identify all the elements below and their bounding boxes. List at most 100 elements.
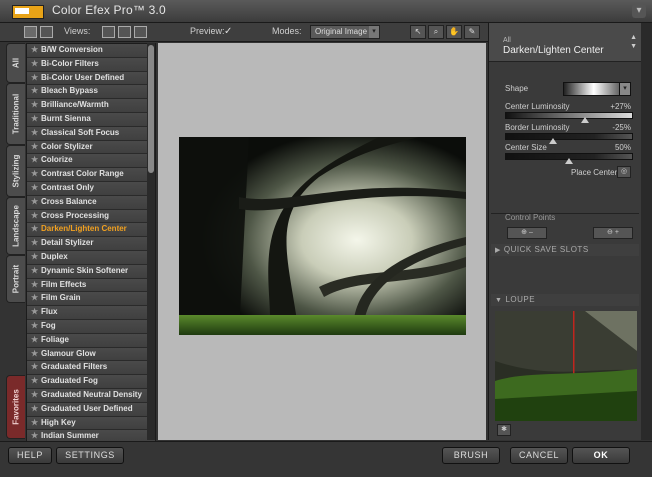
control-points-label: Control Points <box>505 213 556 222</box>
slider-knob[interactable] <box>565 158 573 164</box>
favorite-star-icon[interactable]: ★ <box>31 182 38 195</box>
pointer-tool-icon[interactable]: ↖ <box>410 25 426 39</box>
filter-list-item[interactable]: ★ Classical Soft Focus <box>27 126 155 141</box>
favorite-star-icon[interactable]: ★ <box>31 44 38 57</box>
help-button[interactable]: HELP <box>8 447 52 464</box>
favorite-star-icon[interactable]: ★ <box>31 320 38 333</box>
favorite-star-icon[interactable]: ★ <box>31 99 38 112</box>
favorite-star-icon[interactable]: ★ <box>31 210 38 223</box>
split-view-icon[interactable] <box>40 26 53 38</box>
tab-portrait[interactable]: Portrait <box>6 255 25 303</box>
filter-list-scrollbar[interactable] <box>147 43 155 440</box>
filter-list-item[interactable]: ★ High Key <box>27 416 155 431</box>
favorite-star-icon[interactable]: ★ <box>31 196 38 209</box>
hand-tool-icon[interactable]: ✋ <box>446 25 462 39</box>
filter-list-item-label: Burnt Sienna <box>41 113 91 123</box>
favorite-star-icon[interactable]: ★ <box>31 141 38 154</box>
slider-knob[interactable] <box>581 117 590 123</box>
favorite-star-icon[interactable]: ★ <box>31 334 38 347</box>
favorite-star-icon[interactable]: ★ <box>31 168 38 181</box>
filter-list-item[interactable]: ★ Duplex <box>27 250 155 265</box>
filter-list-item[interactable]: ★ Color Stylizer <box>27 140 155 155</box>
slider-knob[interactable] <box>549 138 558 144</box>
filter-list-item[interactable]: ★ Graduated Neutral Density <box>27 388 155 403</box>
filter-cycle-icon[interactable]: ▲ ▼ <box>630 33 637 51</box>
filter-settings-panel: All Darken/Lighten Center ▲ ▼ Shape ▾ Cen… <box>488 23 641 440</box>
favorite-star-icon[interactable]: ★ <box>31 348 38 361</box>
tab-landscape[interactable]: Landscape <box>6 197 25 255</box>
favorite-star-icon[interactable]: ★ <box>31 154 38 167</box>
filter-list-item[interactable]: ★ Colorize <box>27 154 155 169</box>
view-single-button[interactable] <box>102 26 115 38</box>
filter-list-item[interactable]: ★ B/W Conversion <box>27 44 155 58</box>
filter-list-item[interactable]: ★ Graduated User Defined <box>27 402 155 417</box>
window-menu-icon[interactable]: ▾ <box>632 4 646 18</box>
filter-list-item[interactable]: ★ Cross Processing <box>27 209 155 224</box>
filter-list-item[interactable]: ★ Detail Stylizer <box>27 237 155 251</box>
loupe-pin-icon[interactable]: ✱ <box>497 424 511 436</box>
favorite-star-icon[interactable]: ★ <box>31 389 38 402</box>
filter-list-item[interactable]: ★ Bi-Color User Defined <box>27 71 155 86</box>
remove-control-point-button[interactable]: ⊖ + <box>593 227 633 239</box>
favorite-star-icon[interactable]: ★ <box>31 72 38 85</box>
favorite-star-icon[interactable]: ★ <box>31 58 38 71</box>
center-luminosity-slider[interactable] <box>505 112 633 123</box>
view-side-by-side-button[interactable] <box>134 26 147 38</box>
filter-list-item[interactable]: ★ Contrast Only <box>27 181 155 196</box>
brush-button[interactable]: BRUSH <box>442 447 500 464</box>
settings-button[interactable]: SETTINGS <box>56 447 124 464</box>
loupe-section[interactable]: ▼ LOUPE <box>491 294 639 306</box>
filter-list-item[interactable]: ★ Glamour Glow <box>27 347 155 362</box>
single-view-icon[interactable] <box>24 26 37 38</box>
filter-list-item[interactable]: ★ Burnt Sienna <box>27 112 155 127</box>
favorite-star-icon[interactable]: ★ <box>31 279 38 292</box>
favorite-star-icon[interactable]: ★ <box>31 403 38 416</box>
favorite-star-icon[interactable]: ★ <box>31 292 38 305</box>
tab-all[interactable]: All <box>6 43 25 83</box>
filter-list-item[interactable]: ★ Bi-Color Filters <box>27 57 155 72</box>
favorite-star-icon[interactable]: ★ <box>31 375 38 388</box>
panel-scrollbar[interactable] <box>641 23 652 440</box>
favorite-star-icon[interactable]: ★ <box>31 306 38 319</box>
tab-favorites[interactable]: Favorites <box>6 375 25 439</box>
favorite-star-icon[interactable]: ★ <box>31 223 38 236</box>
color-picker-icon[interactable]: ✎ <box>464 25 480 39</box>
preview-checkbox[interactable]: ✓ <box>224 26 232 37</box>
preview-canvas[interactable] <box>158 43 486 440</box>
filter-list-item[interactable]: ★ Flux <box>27 306 155 320</box>
favorite-star-icon[interactable]: ★ <box>31 127 38 140</box>
filter-list-item[interactable]: ★ Cross Balance <box>27 195 155 210</box>
filter-list-item[interactable]: ★ Contrast Color Range <box>27 168 155 182</box>
favorite-star-icon[interactable]: ★ <box>31 265 38 278</box>
scrollbar-thumb[interactable] <box>148 45 154 173</box>
modes-select[interactable]: Original Image ▾ <box>310 25 380 39</box>
tab-stylizing[interactable]: Stylizing <box>6 145 25 197</box>
favorite-star-icon[interactable]: ★ <box>31 251 38 264</box>
favorite-star-icon[interactable]: ★ <box>31 361 38 374</box>
place-center-button[interactable]: ◎ <box>617 166 631 178</box>
zoom-tool-icon[interactable]: ⌕ <box>428 25 444 39</box>
filter-list-item[interactable]: ★ Film Effects <box>27 278 155 293</box>
border-luminosity-slider[interactable] <box>505 133 633 144</box>
filter-list-item[interactable]: ★ Bleach Bypass <box>27 85 155 100</box>
add-control-point-button[interactable]: ⊕ – <box>507 227 547 239</box>
view-split-button[interactable] <box>118 26 131 38</box>
filter-list-item[interactable]: ★ Film Grain <box>27 292 155 307</box>
filter-list-item[interactable]: ★ Graduated Filters <box>27 361 155 376</box>
favorite-star-icon[interactable]: ★ <box>31 237 38 250</box>
quick-save-slots-section[interactable]: ▶ QUICK SAVE SLOTS <box>491 244 639 256</box>
filter-list-item[interactable]: ★ Graduated Fog <box>27 375 155 389</box>
filter-list-item[interactable]: ★ Dynamic Skin Softener <box>27 264 155 279</box>
favorite-star-icon[interactable]: ★ <box>31 113 38 126</box>
ok-button[interactable]: OK <box>572 447 630 464</box>
favorite-star-icon[interactable]: ★ <box>31 417 38 430</box>
filter-list-item[interactable]: ★ Foliage <box>27 333 155 348</box>
cancel-button[interactable]: CANCEL <box>510 447 568 464</box>
filter-list-item[interactable]: ★ Brilliance/Warmth <box>27 99 155 113</box>
center-size-slider[interactable] <box>505 153 633 164</box>
shape-select[interactable]: ▾ <box>563 82 631 96</box>
filter-list-item[interactable]: ★ Darken/Lighten Center <box>27 223 155 238</box>
tab-traditional[interactable]: Traditional <box>6 83 25 145</box>
filter-list-item[interactable]: ★ Fog <box>27 319 155 334</box>
favorite-star-icon[interactable]: ★ <box>31 85 38 98</box>
